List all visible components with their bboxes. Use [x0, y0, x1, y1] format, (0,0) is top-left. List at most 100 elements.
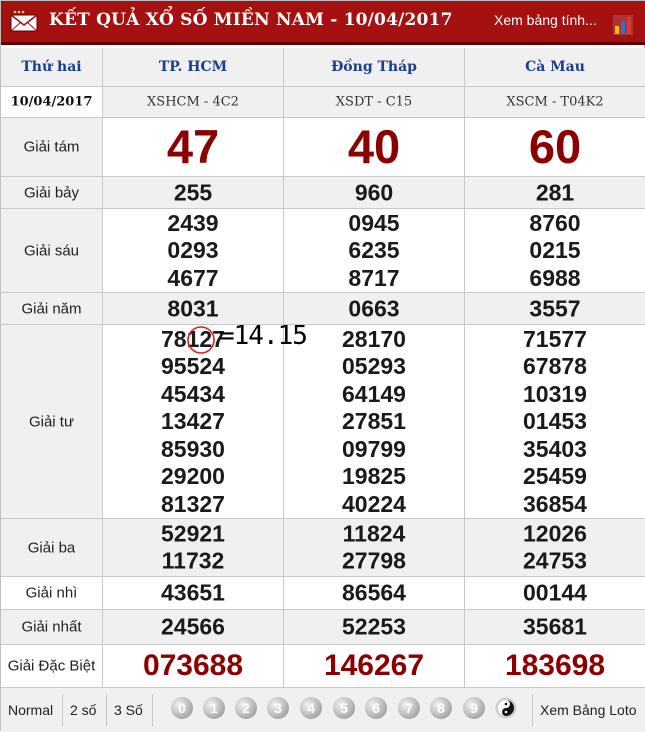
divider — [106, 694, 107, 726]
prize-cell: 52921 11732 — [102, 519, 283, 576]
draw-date: 10/04/2017 — [10, 94, 93, 110]
normal-button[interactable]: Normal — [8, 696, 53, 724]
digit-ball-1[interactable]: 1 — [203, 697, 225, 719]
prize-number: 3557 — [529, 294, 581, 321]
prize-number: 8717 — [348, 264, 400, 291]
digit-ball-5[interactable]: 5 — [333, 697, 355, 719]
province-name-hcm[interactable]: TP. HCM — [103, 59, 283, 75]
prize-number: 4677 — [167, 264, 219, 291]
prize-number: 6235 — [348, 236, 400, 263]
digit-ball-2[interactable]: 2 — [235, 697, 257, 719]
prize-cell: 00144 — [464, 577, 645, 609]
prize-number: 40 — [347, 120, 401, 173]
prize-label: Giải nhất — [21, 618, 82, 636]
digit-ball-4[interactable]: 4 — [300, 697, 322, 719]
prize-number: 27798 — [342, 547, 406, 574]
three-digits-button[interactable]: 3 Số — [114, 696, 143, 724]
prize-number: 28170 — [342, 325, 406, 352]
prize-number: 255 — [173, 178, 213, 205]
two-digits-button[interactable]: 2 số — [70, 696, 96, 724]
divider — [532, 694, 533, 726]
province-row: Thứ hai TP. HCM Đồng Tháp Cà Mau — [1, 48, 645, 87]
mail-icon — [10, 10, 38, 32]
province-header: TP. HCM — [102, 48, 283, 86]
prize-label-cell: Giải năm — [1, 293, 102, 324]
prize-cell: 24566 — [102, 610, 283, 644]
prize-number: 35403 — [523, 435, 587, 462]
day-label: Thứ hai — [21, 59, 82, 75]
prize-row-g6: Giải sáu 2439 0293 4677 0945 6235 8717 8… — [1, 209, 645, 293]
prize-number: 40224 — [342, 490, 406, 517]
prize-label: Giải tư — [28, 413, 75, 430]
prize-row-g2: Giải nhì 43651 86564 00144 — [1, 577, 645, 610]
prize-label: Giải bảy — [23, 184, 80, 201]
prize-label-cell: Giải tư — [1, 325, 102, 518]
prize-number: 0215 — [529, 236, 581, 263]
yin-yang-icon[interactable] — [495, 697, 517, 719]
digit-ball-9[interactable]: 9 — [463, 697, 485, 719]
prize-number: 27851 — [342, 407, 406, 434]
prize-label-cell: Giải nhất — [1, 610, 102, 644]
prize-row-g5: Giải năm 8031 0663 3557 — [1, 293, 645, 325]
prize-cell: 960 — [283, 177, 464, 208]
prize-number: 11824 — [342, 520, 406, 546]
digit-ball-6[interactable]: 6 — [365, 697, 387, 719]
prize-cell: 183698 — [464, 645, 645, 687]
province-header: Cà Mau — [464, 48, 645, 86]
prize-number: 64149 — [342, 380, 406, 407]
prize-number: 8031 — [167, 294, 219, 321]
code-row: 10/04/2017 XSHCM - 4C2 XSDT - C15 XSCM -… — [1, 87, 645, 118]
prize-row-g7: Giải bảy 255 960 281 — [1, 177, 645, 209]
prize-number: 95524 — [161, 352, 225, 379]
prize-number: 43651 — [161, 579, 225, 606]
draw-code: XSHCM - 4C2 — [147, 94, 239, 110]
prize-cell: 47 — [102, 118, 283, 176]
prize-cell: 43651 — [102, 577, 283, 609]
prize-number: 52253 — [342, 613, 406, 640]
prize-label-cell: Giải bảy — [1, 177, 102, 208]
draw-code: XSDT - C15 — [335, 94, 413, 110]
prize-number: 09799 — [342, 435, 406, 462]
divider — [152, 694, 153, 726]
prize-number: 71577 — [523, 325, 587, 352]
prize-number: 281 — [535, 178, 575, 205]
prize-number: 81327 — [161, 490, 225, 517]
code-cell: XSHCM - 4C2 — [102, 87, 283, 117]
page-title: KẾT QUẢ XỔ SỐ MIỀN NAM - 10/04/2017 — [49, 10, 453, 30]
prize-number: 12026 — [523, 520, 587, 546]
prize-cell: 71577 67878 10319 01453 35403 25459 3685… — [464, 325, 645, 518]
results-panel: KẾT QUẢ XỔ SỐ MIỀN NAM - 10/04/2017 Xem … — [0, 0, 645, 732]
prize-number: 05293 — [342, 352, 406, 379]
digit-ball-7[interactable]: 7 — [398, 697, 420, 719]
prize-label: Giải nhì — [25, 584, 78, 602]
prize-cell: 35681 — [464, 610, 645, 644]
prize-cell: 255 — [102, 177, 283, 208]
prize-cell: 8031 — [102, 293, 283, 324]
prize-label-cell: Giải Đặc Biệt — [1, 645, 102, 687]
prize-row-g4: Giải tư 78127 95524 45434 13427 85930 29… — [1, 325, 645, 519]
view-table-link[interactable]: Xem bảng tính... — [494, 12, 597, 28]
code-cell: XSDT - C15 — [283, 87, 464, 117]
prize-cell: 40 — [283, 118, 464, 176]
province-name-ca-mau[interactable]: Cà Mau — [465, 59, 645, 75]
prize-number: 78127 — [161, 325, 225, 352]
prize-number: 10319 — [523, 380, 587, 407]
province-name-dong-thap[interactable]: Đồng Tháp — [284, 59, 464, 75]
digit-ball-3[interactable]: 3 — [267, 697, 289, 719]
divider — [62, 694, 63, 726]
prize-cell: 12026 24753 — [464, 519, 645, 576]
prize-label: Giải sáu — [23, 242, 80, 259]
prize-number: 11732 — [161, 547, 225, 574]
prize-label-cell: Giải nhì — [1, 577, 102, 609]
prize-number: 13427 — [161, 407, 225, 434]
prize-number: 0945 — [348, 209, 400, 236]
digit-ball-8[interactable]: 8 — [430, 697, 452, 719]
view-loto-link[interactable]: Xem Bảng Loto — [540, 696, 637, 724]
prize-number: 36854 — [523, 490, 587, 517]
day-cell: Thứ hai — [1, 48, 102, 86]
draw-code: XSCM - T04K2 — [506, 94, 604, 110]
bar-chart-icon[interactable] — [613, 15, 633, 35]
prize-label-cell: Giải ba — [1, 519, 102, 576]
digit-ball-0[interactable]: 0 — [171, 697, 193, 719]
prize-label: Giải tám — [23, 138, 80, 156]
